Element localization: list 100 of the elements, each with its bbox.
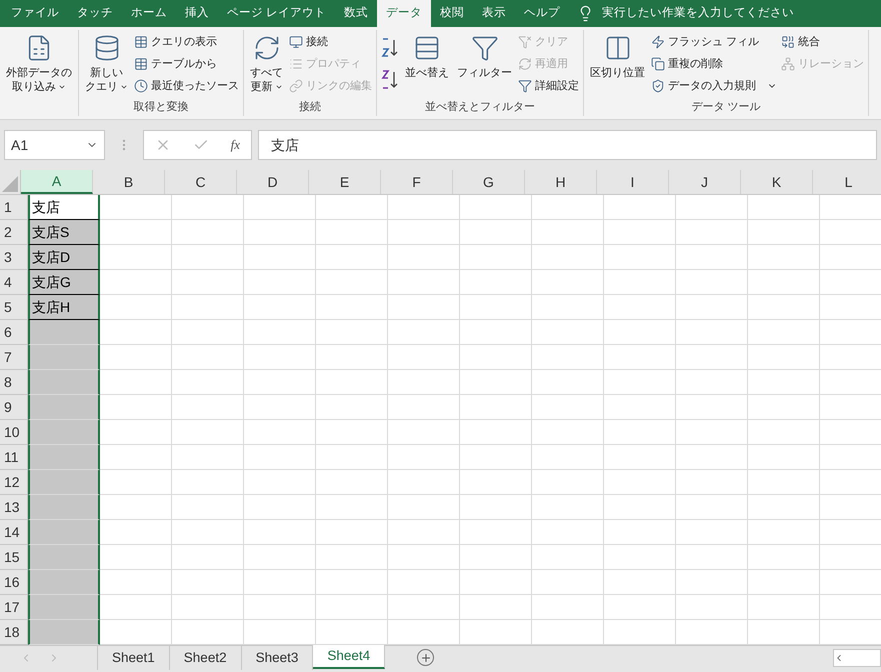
column-header[interactable]: D	[237, 170, 309, 194]
cell[interactable]: 支店S	[28, 220, 100, 245]
corner-triangle-icon	[2, 176, 18, 192]
cell[interactable]	[28, 420, 100, 445]
row-header[interactable]: 16	[0, 570, 28, 595]
ribbon-button[interactable]: 外部データの 取り込み	[4, 30, 74, 94]
ribbon-tab[interactable]: 挿入	[176, 0, 218, 27]
column-header[interactable]: H	[525, 170, 597, 194]
ribbon-small-button[interactable]: テーブルから	[134, 53, 239, 75]
ribbon-tab[interactable]: データ	[377, 0, 432, 27]
column-header[interactable]: L	[813, 170, 881, 194]
row-header[interactable]: 5	[0, 295, 28, 320]
row-header[interactable]: 2	[0, 220, 28, 245]
ribbon-button[interactable]: すべて 更新	[248, 30, 285, 94]
ribbon-tab[interactable]: ヘルプ	[515, 0, 570, 27]
database-icon	[92, 34, 120, 62]
row-header[interactable]: 4	[0, 270, 28, 295]
ribbon-small-button[interactable]: フラッシュ フィル	[651, 31, 777, 53]
row-header[interactable]: 12	[0, 470, 28, 495]
cell[interactable]	[28, 395, 100, 420]
column-header[interactable]: G	[453, 170, 525, 194]
cell[interactable]	[28, 370, 100, 395]
cell[interactable]	[28, 595, 100, 620]
ribbon-tab[interactable]: ページ レイアウト	[218, 0, 336, 27]
ribbon-button[interactable]: 新しい クエリ	[83, 30, 130, 94]
column-header[interactable]: A	[21, 170, 93, 194]
column-header[interactable]: B	[93, 170, 165, 194]
sort-ascending-icon[interactable]	[381, 38, 399, 58]
sheet-tab[interactable]: Sheet4	[313, 645, 386, 669]
row-header[interactable]: 15	[0, 545, 28, 570]
cell[interactable]: 支店	[28, 195, 100, 220]
ribbon-small-button[interactable]: 最近使ったソース	[134, 75, 239, 97]
column-header[interactable]: E	[309, 170, 381, 194]
relation-icon	[781, 57, 795, 71]
column-header[interactable]: I	[597, 170, 669, 194]
caret-icon	[58, 83, 66, 91]
cell[interactable]	[28, 495, 100, 520]
formula-field[interactable]: 支店	[258, 130, 877, 160]
ribbon-button[interactable]: 並べ替え	[403, 30, 451, 80]
sheet-tab[interactable]: Sheet2	[170, 646, 242, 670]
ribbon-tab[interactable]: ホーム	[122, 0, 176, 27]
ribbon-small-button[interactable]: 詳細設定	[518, 75, 579, 97]
ribbon-tab[interactable]: 校閲	[431, 0, 474, 27]
column-header[interactable]: C	[165, 170, 237, 194]
row-header[interactable]: 9	[0, 395, 28, 420]
cell[interactable]: 支店H	[28, 295, 100, 320]
row-header[interactable]: 17	[0, 595, 28, 620]
row-header[interactable]: 1	[0, 195, 28, 220]
link-icon	[289, 79, 303, 93]
plus-icon	[420, 652, 432, 664]
row-header[interactable]: 8	[0, 370, 28, 395]
caret-icon	[274, 83, 282, 91]
ribbon-button[interactable]: フィルター	[455, 30, 514, 80]
combine-icon	[781, 35, 795, 49]
row-header[interactable]: 6	[0, 320, 28, 345]
row-header[interactable]: 3	[0, 245, 28, 270]
cell[interactable]	[28, 620, 100, 645]
tell-me-field[interactable]: 実行したい作業を入力してください	[602, 4, 794, 22]
filter-icon	[518, 79, 532, 93]
group-label: データ ツール	[691, 100, 761, 116]
insert-function-button[interactable]: fx	[230, 135, 240, 155]
ribbon-small-button[interactable]: 統合	[781, 31, 864, 53]
horizontal-scrollbar[interactable]	[833, 649, 881, 667]
cell[interactable]	[28, 345, 100, 370]
name-box[interactable]: A1	[4, 130, 105, 160]
cell[interactable]: 支店D	[28, 245, 100, 270]
ribbon-tab[interactable]: 表示	[473, 0, 516, 27]
row-header[interactable]: 14	[0, 520, 28, 545]
cell[interactable]	[28, 545, 100, 570]
column-header[interactable]: K	[741, 170, 813, 194]
sheet-tab[interactable]: Sheet1	[98, 646, 170, 670]
cell[interactable]	[28, 445, 100, 470]
filter-clear-icon	[518, 35, 532, 49]
row-header[interactable]: 18	[0, 620, 28, 645]
cell[interactable]	[28, 570, 100, 595]
ribbon-tab[interactable]: タッチ	[68, 0, 122, 27]
ribbon-small-button[interactable]: データの入力規則	[651, 75, 777, 97]
monitor-icon	[289, 35, 303, 49]
group-label: 取得と変換	[134, 100, 188, 116]
add-sheet-button[interactable]	[417, 649, 434, 666]
clock-icon	[134, 79, 148, 93]
refresh-icon	[252, 34, 280, 62]
ribbon-tab[interactable]: 数式	[335, 0, 378, 27]
ribbon-tab[interactable]: ファイル	[2, 0, 68, 27]
cell[interactable]	[28, 320, 100, 345]
refresh-icon	[518, 57, 532, 71]
column-header[interactable]: J	[669, 170, 741, 194]
row-header[interactable]: 11	[0, 445, 28, 470]
cell[interactable]	[28, 520, 100, 545]
row-header[interactable]: 10	[0, 420, 28, 445]
ribbon-small-button[interactable]: 重複の削除	[651, 53, 777, 75]
column-header[interactable]: F	[381, 170, 453, 194]
cell[interactable]	[28, 470, 100, 495]
ribbon-button[interactable]: 区切り位置	[588, 30, 647, 80]
row-header[interactable]: 7	[0, 345, 28, 370]
row-header[interactable]: 13	[0, 495, 28, 520]
sort-descending-icon[interactable]	[381, 70, 399, 90]
cell[interactable]: 支店G	[28, 270, 100, 295]
ribbon-small-button[interactable]: クエリの表示	[134, 31, 239, 53]
ribbon-small-button[interactable]: 接続	[289, 31, 372, 53]
